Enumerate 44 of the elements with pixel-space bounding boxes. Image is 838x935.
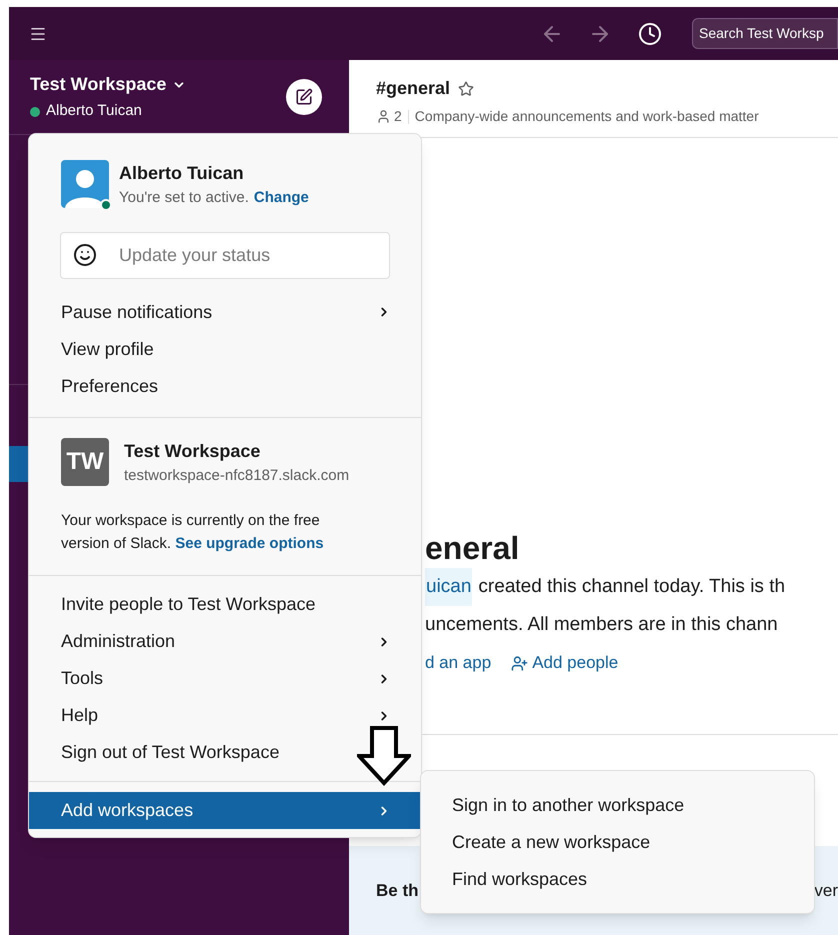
workspace-name[interactable]: Test Workspace [30, 71, 166, 98]
user-name: Alberto Tuican [46, 101, 142, 122]
submenu-item[interactable]: Sign in to another workspace [421, 787, 814, 824]
channel-name: #general [376, 77, 450, 100]
menu-item[interactable]: Pause notifications [29, 294, 421, 330]
upgrade-link[interactable]: See upgrade options [175, 535, 324, 552]
smile-icon [73, 243, 97, 267]
status-field[interactable]: Update your status [60, 232, 390, 278]
add-person-icon [511, 654, 528, 672]
down-arrow-icon [357, 726, 411, 786]
menu-item[interactable]: Invite people to Test Workspace [29, 586, 421, 623]
member-icon[interactable] [376, 109, 391, 124]
workspace-url: testworkspace-nfc8187.slack.com [124, 466, 350, 486]
star-icon[interactable] [458, 80, 474, 96]
intro-text: uncements. All members are in this chann [425, 613, 779, 637]
menu-item[interactable]: Administration [29, 623, 421, 660]
menu-item[interactable]: Tools [29, 660, 421, 697]
menu-item[interactable]: Preferences [29, 368, 421, 404]
intro-text: created this channel today. This is th [478, 575, 786, 599]
workspace-title: Test Workspace [124, 440, 262, 463]
channel-heading: eneral [425, 529, 520, 568]
workspace-logo: TW [61, 438, 109, 486]
plan-note: Your workspace is currently on the free version of Slack. See upgrade options [61, 511, 325, 554]
menu-item[interactable]: Help [29, 697, 421, 734]
submenu-item[interactable]: Create a new workspace [421, 824, 814, 861]
status-text: You're set to active. [119, 188, 249, 208]
channel-topic: Company-wide announcements and work-based matter [414, 107, 759, 126]
menu-item[interactable]: Sign out of Test Workspace [29, 734, 421, 771]
menu-item[interactable]: View profile [29, 330, 421, 368]
add-people-link[interactable]: Add people [511, 644, 618, 682]
banner-text: Be th [376, 880, 418, 902]
change-link[interactable]: Change [254, 187, 309, 210]
pencil-square-icon [295, 88, 313, 106]
compose-button[interactable] [286, 79, 322, 115]
add-app-link[interactable]: d an app [425, 644, 492, 682]
menu-item[interactable]: Add workspaces [29, 792, 421, 829]
banner-text: ver [814, 880, 838, 902]
user-mention[interactable]: uican [425, 568, 472, 606]
submenu-item[interactable]: Find workspaces [421, 861, 814, 898]
member-count[interactable]: 2 [394, 106, 402, 127]
avatar-icon [61, 160, 109, 208]
history-icon[interactable] [638, 22, 662, 46]
search-field[interactable]: Search Test Worksp [692, 18, 838, 49]
profile-name: Alberto Tuican [119, 162, 245, 185]
